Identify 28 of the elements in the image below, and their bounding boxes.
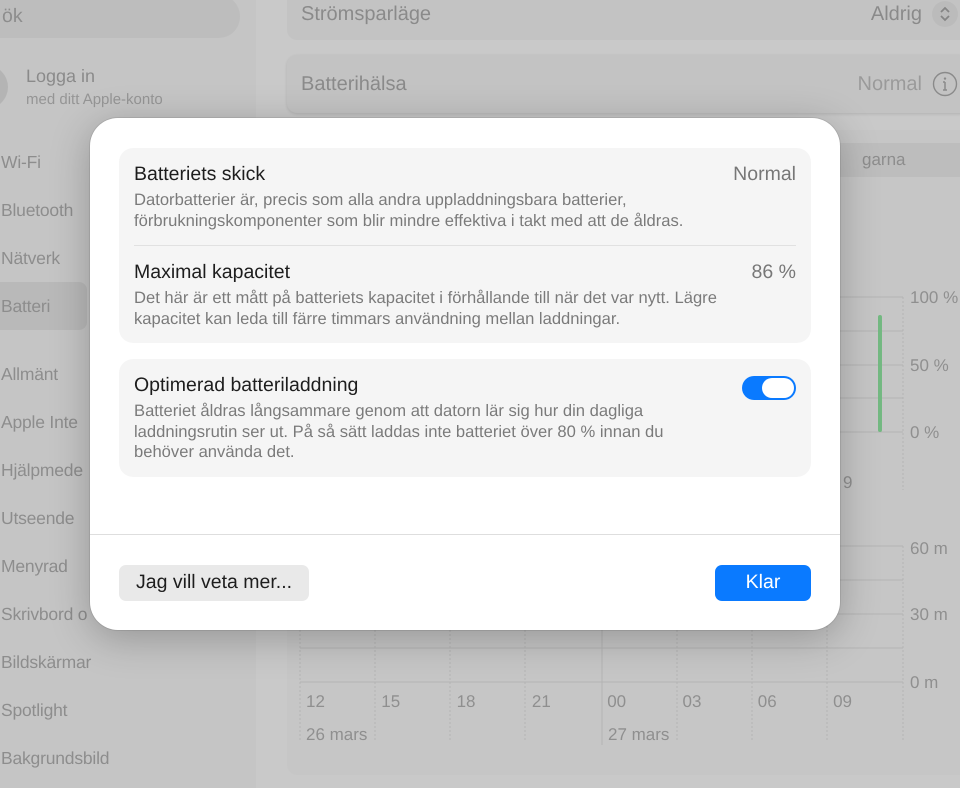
sidebar-item[interactable]: Bluetooth xyxy=(0,186,74,234)
row-value: Aldrig xyxy=(870,2,922,26)
row-label: Strömsparläge xyxy=(301,2,432,26)
learn-more-button[interactable]: Jag vill veta mer... xyxy=(119,564,310,600)
sidebar-item[interactable]: Menyrad xyxy=(0,542,68,590)
sidebar-item[interactable]: Hjälpmede xyxy=(0,446,83,494)
sidebar-item[interactable]: Apple Inte xyxy=(0,398,78,446)
row-label: Batterihälsa xyxy=(301,72,408,96)
sidebar-item[interactable]: Spotlight xyxy=(0,686,68,734)
done-button[interactable]: Klar xyxy=(715,564,811,600)
sidebar-item[interactable]: Nätverk xyxy=(0,234,60,282)
stepper-icon[interactable] xyxy=(932,1,958,27)
setting-title: Optimerad batteriladdning xyxy=(134,374,360,397)
setting-description: Datorbatterier är, precis som alla andra uppladdningsbara batterier, förbrukningskomponenter som blir mindre effektiva i takt med att de åldras. xyxy=(134,190,684,231)
setting-description: Det här är ett mått på batteriets kapacitet i förhållande till när det var nytt. Lägre kapacitet kan leda till färre timmars användning mellan laddningar. xyxy=(134,288,718,329)
sign-in-title[interactable]: Logga in xyxy=(26,66,163,87)
info-icon[interactable] xyxy=(932,71,958,97)
setting-value: Normal xyxy=(733,163,796,187)
setting-value: 86 % xyxy=(752,261,796,285)
setting-title: Batteriets skick xyxy=(134,163,266,186)
sidebar-item[interactable]: Bakgrundsbild xyxy=(0,734,110,782)
toggle-switch[interactable] xyxy=(742,376,796,400)
sidebar-item[interactable]: Bildskärmar xyxy=(0,638,92,686)
sidebar-item[interactable]: Wi-Fi xyxy=(0,138,41,186)
setting-title: Maximal kapacitet xyxy=(134,261,292,284)
sidebar-item[interactable]: Utseende xyxy=(0,494,74,542)
setting-description: Batteriet åldras långsammare genom att datorn lär sig hur din dagliga laddningsrutin ser ut. På så sätt laddas inte batteriet över 80 % innan du behöver använda det. xyxy=(134,401,664,462)
sidebar-item[interactable]: Allmänt xyxy=(0,350,58,398)
